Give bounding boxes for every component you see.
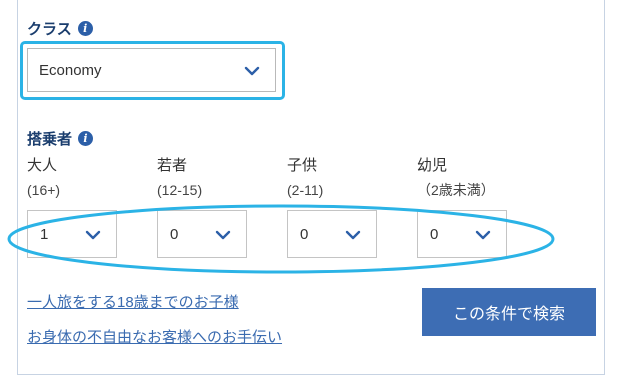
passenger-type-name: 若者 — [157, 157, 188, 174]
info-icon[interactable]: i — [78, 131, 94, 146]
class-heading: クラス i — [27, 18, 93, 39]
adult-count-select[interactable]: 1 — [27, 210, 117, 258]
select-value: 0 — [170, 226, 179, 243]
select-value: 0 — [300, 226, 309, 243]
chevron-down-icon — [345, 230, 361, 240]
passenger-type-child: 子供 (2-11) — [287, 155, 323, 201]
passenger-type-infant: 幼児 （2歳未満） — [417, 155, 495, 201]
search-button[interactable]: この条件で検索 — [422, 288, 596, 336]
select-value: 1 — [40, 226, 49, 243]
unaccompanied-minor-link[interactable]: 一人旅をする18歳までのお子様 — [27, 291, 239, 312]
chevron-down-icon — [215, 230, 231, 240]
passenger-type-age: (16+) — [27, 182, 61, 198]
passengers-heading: 搭乗者 i — [27, 128, 94, 149]
passenger-type-youth: 若者 (12-15) — [157, 155, 202, 201]
special-assistance-link[interactable]: お身体の不自由なお客様へのお手伝い — [27, 326, 282, 347]
info-icon[interactable]: i — [77, 21, 93, 36]
passenger-type-age: (2-11) — [287, 182, 324, 198]
child-count-select[interactable]: 0 — [287, 210, 377, 258]
passenger-type-name: 幼児 — [417, 157, 448, 174]
class-label: クラス — [27, 21, 72, 38]
passenger-type-name: 大人 — [27, 157, 58, 174]
passenger-type-name: 子供 — [287, 157, 318, 174]
passenger-type-age: (12-15) — [157, 182, 203, 198]
chevron-down-icon — [85, 230, 101, 240]
infant-count-select[interactable]: 0 — [417, 210, 507, 258]
chevron-down-icon — [244, 66, 260, 76]
select-value: 0 — [430, 226, 439, 243]
chevron-down-icon — [475, 230, 491, 240]
passenger-type-age: （2歳未満） — [417, 182, 495, 198]
class-select-value: Economy — [39, 62, 102, 79]
passengers-label: 搭乗者 — [27, 131, 73, 148]
youth-count-select[interactable]: 0 — [157, 210, 247, 258]
class-select[interactable]: Economy — [27, 48, 276, 92]
passenger-type-adult: 大人 (16+) — [27, 155, 60, 201]
